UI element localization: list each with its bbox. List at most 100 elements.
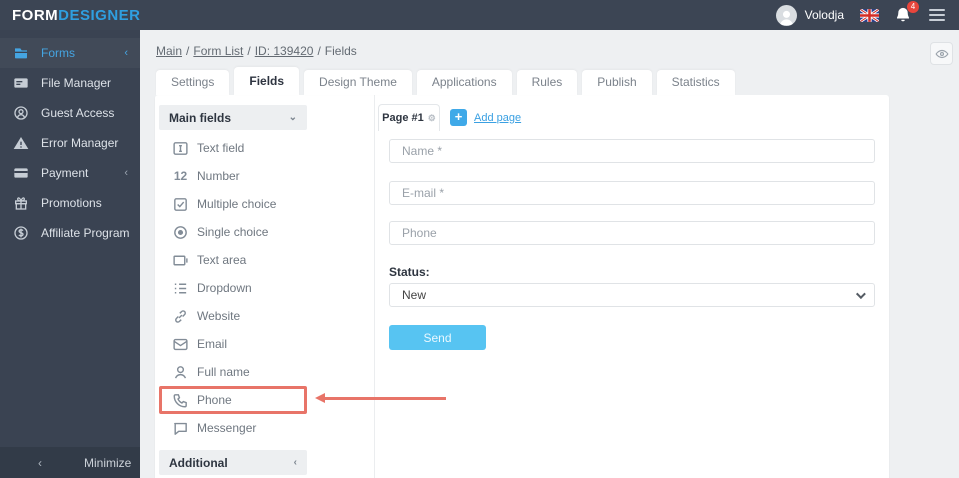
sidebar-item-guest-access[interactable]: Guest Access [0, 98, 140, 128]
palette-item-text-field[interactable]: Text field [155, 134, 375, 162]
app-logo[interactable]: FORMDESIGNER [12, 7, 141, 24]
breadcrumb-separator: / [247, 44, 251, 58]
add-page-plus-button[interactable]: + [450, 109, 467, 126]
send-button[interactable]: Send [389, 325, 486, 350]
palette-item-label: Number [197, 169, 240, 183]
tab-design-theme[interactable]: Design Theme [304, 70, 412, 95]
email-icon [172, 336, 189, 353]
sidebar-item-payment[interactable]: Payment ‹ [0, 158, 140, 188]
error-manager-icon [13, 135, 29, 151]
sidebar-minimize-button[interactable]: ‹ Minimize [0, 447, 140, 478]
add-page-link[interactable]: Add page [474, 112, 521, 124]
palette-item-label: Multiple choice [197, 197, 277, 211]
user-menu[interactable]: Volodja [775, 4, 844, 26]
minimize-label: Minimize [84, 455, 132, 470]
breadcrumb: Main / Form List / ID: 139420/Fields [156, 44, 357, 58]
number-icon: 12 [173, 169, 188, 183]
sidebar-item-promotions[interactable]: Promotions [0, 188, 140, 218]
palette-item-text-area[interactable]: Text area [155, 246, 375, 274]
palette-item-website[interactable]: Website [155, 302, 375, 330]
field-palette-column: Main fields ⌄ Text field 12 Number Multi… [155, 95, 446, 478]
notifications-bell-icon[interactable]: 4 [895, 1, 919, 24]
palette-item-phone[interactable]: Phone [155, 386, 375, 414]
payment-icon [13, 165, 29, 181]
promotions-icon [13, 195, 29, 211]
breadcrumb-current: Fields [324, 44, 357, 58]
single-choice-icon [172, 224, 189, 241]
form-field-email[interactable] [389, 181, 875, 205]
palette-item-multiple-choice[interactable]: Multiple choice [155, 190, 375, 218]
guest-access-icon [13, 105, 29, 121]
palette-item-label: Email [197, 337, 228, 351]
sidebar-item-affiliate-program[interactable]: Affiliate Program [0, 218, 140, 248]
text-area-icon [172, 252, 189, 269]
palette-item-label: Text field [197, 141, 245, 155]
file-manager-icon [13, 75, 29, 91]
palette-item-label: Full name [197, 365, 250, 379]
chevron-left-icon: ‹ [124, 47, 128, 59]
breadcrumb-link-form-id[interactable]: ID: 139420 [255, 44, 314, 58]
form-tabs: Settings Fields Design Theme Application… [156, 67, 735, 95]
sidebar-item-label: Promotions [41, 196, 102, 210]
page-settings-gear-icon[interactable]: ⚙ [428, 113, 436, 123]
palette-item-number[interactable]: 12 Number [155, 162, 375, 190]
breadcrumb-separator: / [186, 44, 190, 58]
sidebar-item-label: Guest Access [41, 106, 115, 120]
sidebar-item-forms[interactable]: Forms ‹ [0, 38, 140, 68]
palette-item-label: Single choice [197, 225, 269, 239]
palette-item-email[interactable]: Email [155, 330, 375, 358]
palette-item-label: Messenger [197, 421, 257, 435]
messenger-icon [172, 420, 189, 437]
page-tab-label: Page #1 [382, 112, 424, 124]
form-field-name[interactable] [389, 139, 875, 163]
palette-item-label: Text area [197, 253, 247, 267]
sidebar-item-file-manager[interactable]: File Manager [0, 68, 140, 98]
sidebar-item-label: Payment [41, 166, 89, 180]
logo-form-text: FORM [12, 6, 59, 24]
chevron-left-icon: ‹ [293, 457, 297, 468]
forms-icon [13, 45, 29, 61]
status-selected-value: New [402, 288, 427, 302]
tab-rules[interactable]: Rules [516, 70, 578, 95]
language-flag-icon[interactable] [860, 8, 879, 22]
tab-settings[interactable]: Settings [156, 70, 230, 95]
sidebar-item-error-manager[interactable]: Error Manager [0, 128, 140, 158]
affiliate-program-icon [13, 225, 29, 241]
sidebar-item-label: File Manager [41, 76, 112, 90]
fields-panel: Main fields ⌄ Text field 12 Number Multi… [155, 95, 889, 478]
notification-badge: 4 [907, 1, 919, 13]
form-field-phone[interactable] [389, 221, 875, 245]
full-name-icon [172, 364, 189, 381]
palette-item-single-choice[interactable]: Single choice [155, 218, 375, 246]
field-palette-list: Text field 12 Number Multiple choice Sin… [155, 134, 375, 442]
main-fields-header[interactable]: Main fields ⌄ [159, 105, 307, 130]
main-fields-label: Main fields [169, 110, 232, 125]
formdesigner-app: FORMDESIGNER Volodja 4 Forms ‹ File Mana… [0, 0, 959, 478]
palette-item-dropdown[interactable]: Dropdown [155, 274, 375, 302]
status-select[interactable]: New [389, 283, 875, 307]
logo-designer-text: DESIGNER [58, 6, 141, 24]
palette-item-label: Dropdown [197, 281, 252, 295]
phone-icon [172, 392, 189, 409]
dropdown-icon [172, 280, 189, 297]
breadcrumb-link-main[interactable]: Main [156, 44, 182, 58]
top-bar: FORMDESIGNER Volodja 4 [0, 0, 959, 30]
status-label: Status: [389, 265, 430, 279]
user-name: Volodja [804, 8, 844, 22]
chevron-left-icon: ‹ [38, 455, 42, 470]
tab-publish[interactable]: Publish [582, 70, 652, 95]
sidebar-item-label: Forms [41, 46, 75, 60]
breadcrumb-link-form-list[interactable]: Form List [193, 44, 243, 58]
palette-item-messenger[interactable]: Messenger [155, 414, 375, 442]
user-avatar-icon [775, 4, 797, 26]
tab-fields[interactable]: Fields [234, 67, 300, 95]
additional-fields-header[interactable]: Additional ‹ [159, 450, 307, 475]
tab-statistics[interactable]: Statistics [656, 70, 735, 95]
preview-eye-button[interactable] [930, 42, 953, 65]
menu-hamburger-icon[interactable] [929, 9, 945, 21]
additional-fields-label: Additional [169, 455, 228, 470]
tab-applications[interactable]: Applications [416, 70, 512, 95]
page-tab[interactable]: Page #1 ⚙ [378, 104, 440, 131]
palette-item-full-name[interactable]: Full name [155, 358, 375, 386]
website-icon [172, 308, 189, 325]
